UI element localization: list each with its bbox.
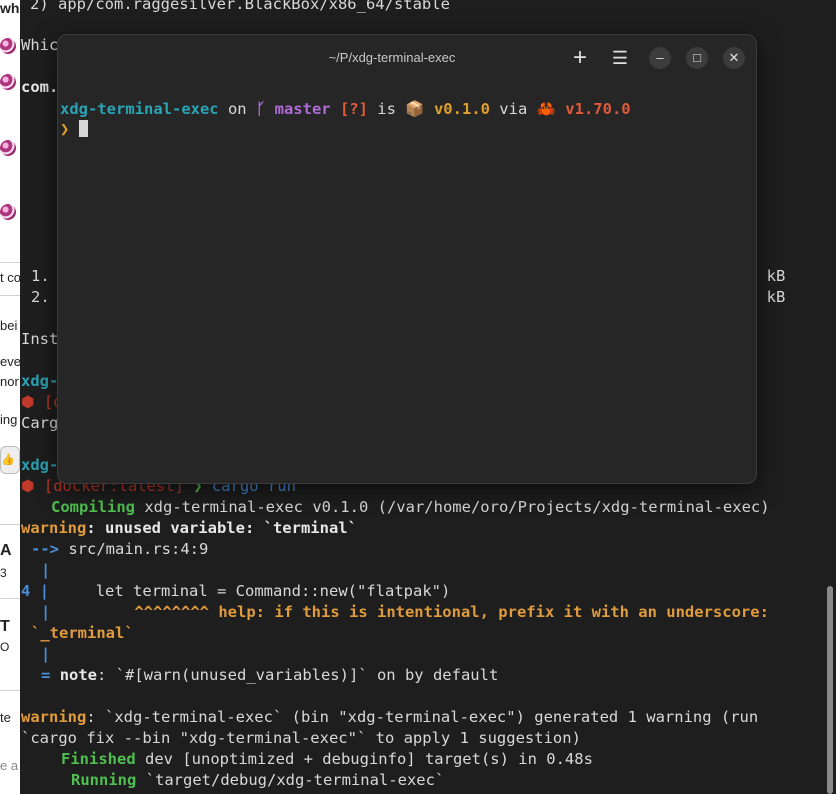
divider (0, 690, 20, 691)
location-line: --> src/main.rs:4:9 (31, 540, 209, 558)
sliver-text: e a (0, 758, 19, 773)
rust-icon: 🦀 (536, 100, 556, 118)
sliver-text: eve (0, 354, 21, 369)
menu-button[interactable]: ☰ (608, 46, 632, 70)
terminal-line: Inst (21, 330, 59, 348)
help-line: `_terminal` (31, 624, 134, 642)
new-tab-button[interactable]: + (568, 46, 592, 70)
shell-prompt: xdg-terminal-exec on ᚴ master [?] is 📦 v… (60, 100, 631, 118)
git-branch-icon: ᚴ (255, 100, 266, 118)
divider (0, 295, 20, 296)
sliver-text: te (0, 710, 11, 725)
prompt-dir: xdg-terminal-exec (60, 100, 219, 118)
avatar (0, 74, 16, 90)
divider (0, 524, 20, 525)
git-status: [?] (339, 100, 368, 118)
avatar (0, 38, 16, 54)
sliver-text: ing (0, 412, 18, 427)
package-icon: 📦 (405, 100, 425, 118)
sliver-text: t co (0, 270, 21, 285)
warning-line: `cargo fix --bin "xdg-terminal-exec"` to… (21, 729, 581, 747)
reaction-button[interactable]: 👍 (0, 446, 20, 474)
git-branch: master (274, 100, 331, 118)
scrollbar[interactable] (827, 586, 833, 794)
avatar (0, 140, 16, 156)
sliver-text: O (0, 640, 10, 654)
finished-line: Finished dev [unoptimized + debuginfo] t… (61, 750, 593, 768)
terminal-line: com. (21, 78, 59, 96)
package-version: v0.1.0 (433, 100, 490, 118)
sliver-text: T (0, 618, 10, 635)
divider (0, 262, 20, 263)
warning-line: warning: `xdg-terminal-exec` (bin "xdg-t… (21, 708, 759, 726)
close-icon: ✕ (728, 50, 740, 65)
sliver-text: A (0, 542, 12, 559)
compile-line: Compiling xdg-terminal-exec v0.1.0 (/var… (51, 498, 770, 516)
gutter-bar: | (41, 645, 51, 663)
sliver-text: who (0, 0, 20, 16)
maximize-icon: □ (693, 50, 701, 65)
prompt-chevron: ❯ (60, 120, 70, 138)
minimize-icon: – (656, 50, 664, 65)
terminal-line: Carg (21, 414, 59, 432)
terminal-line: Whic (21, 36, 59, 54)
list-number: 2. (31, 288, 50, 306)
sliver-text: bei (0, 318, 18, 333)
input-line[interactable]: ❯ (60, 119, 88, 140)
sliver-text: 3 (0, 566, 7, 580)
running-line: Running `target/debug/xdg-terminal-exec` (71, 771, 445, 789)
list-number: 1. (31, 267, 50, 285)
gutter-bar: | (41, 561, 51, 579)
terminal-line: 2) app/com.raggesilver.BlackBox/x86_64/s… (30, 0, 450, 13)
warning-line: warning: unused variable: `terminal` (21, 519, 357, 537)
code-line: 4 | let terminal = Command::new("flatpak… (21, 582, 451, 600)
note-line: = note: `#[warn(unused_variables)]` on b… (41, 666, 499, 684)
text-cursor (78, 120, 88, 137)
avatar (0, 204, 16, 220)
window-title: ~/P/xdg-terminal-exec (328, 50, 456, 65)
background-app-sliver: who t co bei eve nor ing 👍 A 3 T O te e … (0, 0, 21, 794)
prompt-dir: xdg- (21, 372, 59, 390)
rust-version: v1.70.0 (565, 100, 631, 118)
terminal-window[interactable]: ~/P/xdg-terminal-exec + ☰ – □ ✕ xdg-term… (57, 34, 757, 484)
prompt-dir: xdg- (21, 456, 59, 474)
sliver-text: nor (0, 374, 19, 389)
divider (0, 598, 20, 599)
help-line: | ^^^^^^^^ help: if this is intentional,… (41, 603, 769, 621)
title-bar[interactable]: ~/P/xdg-terminal-exec + ☰ – □ ✕ (58, 35, 756, 81)
